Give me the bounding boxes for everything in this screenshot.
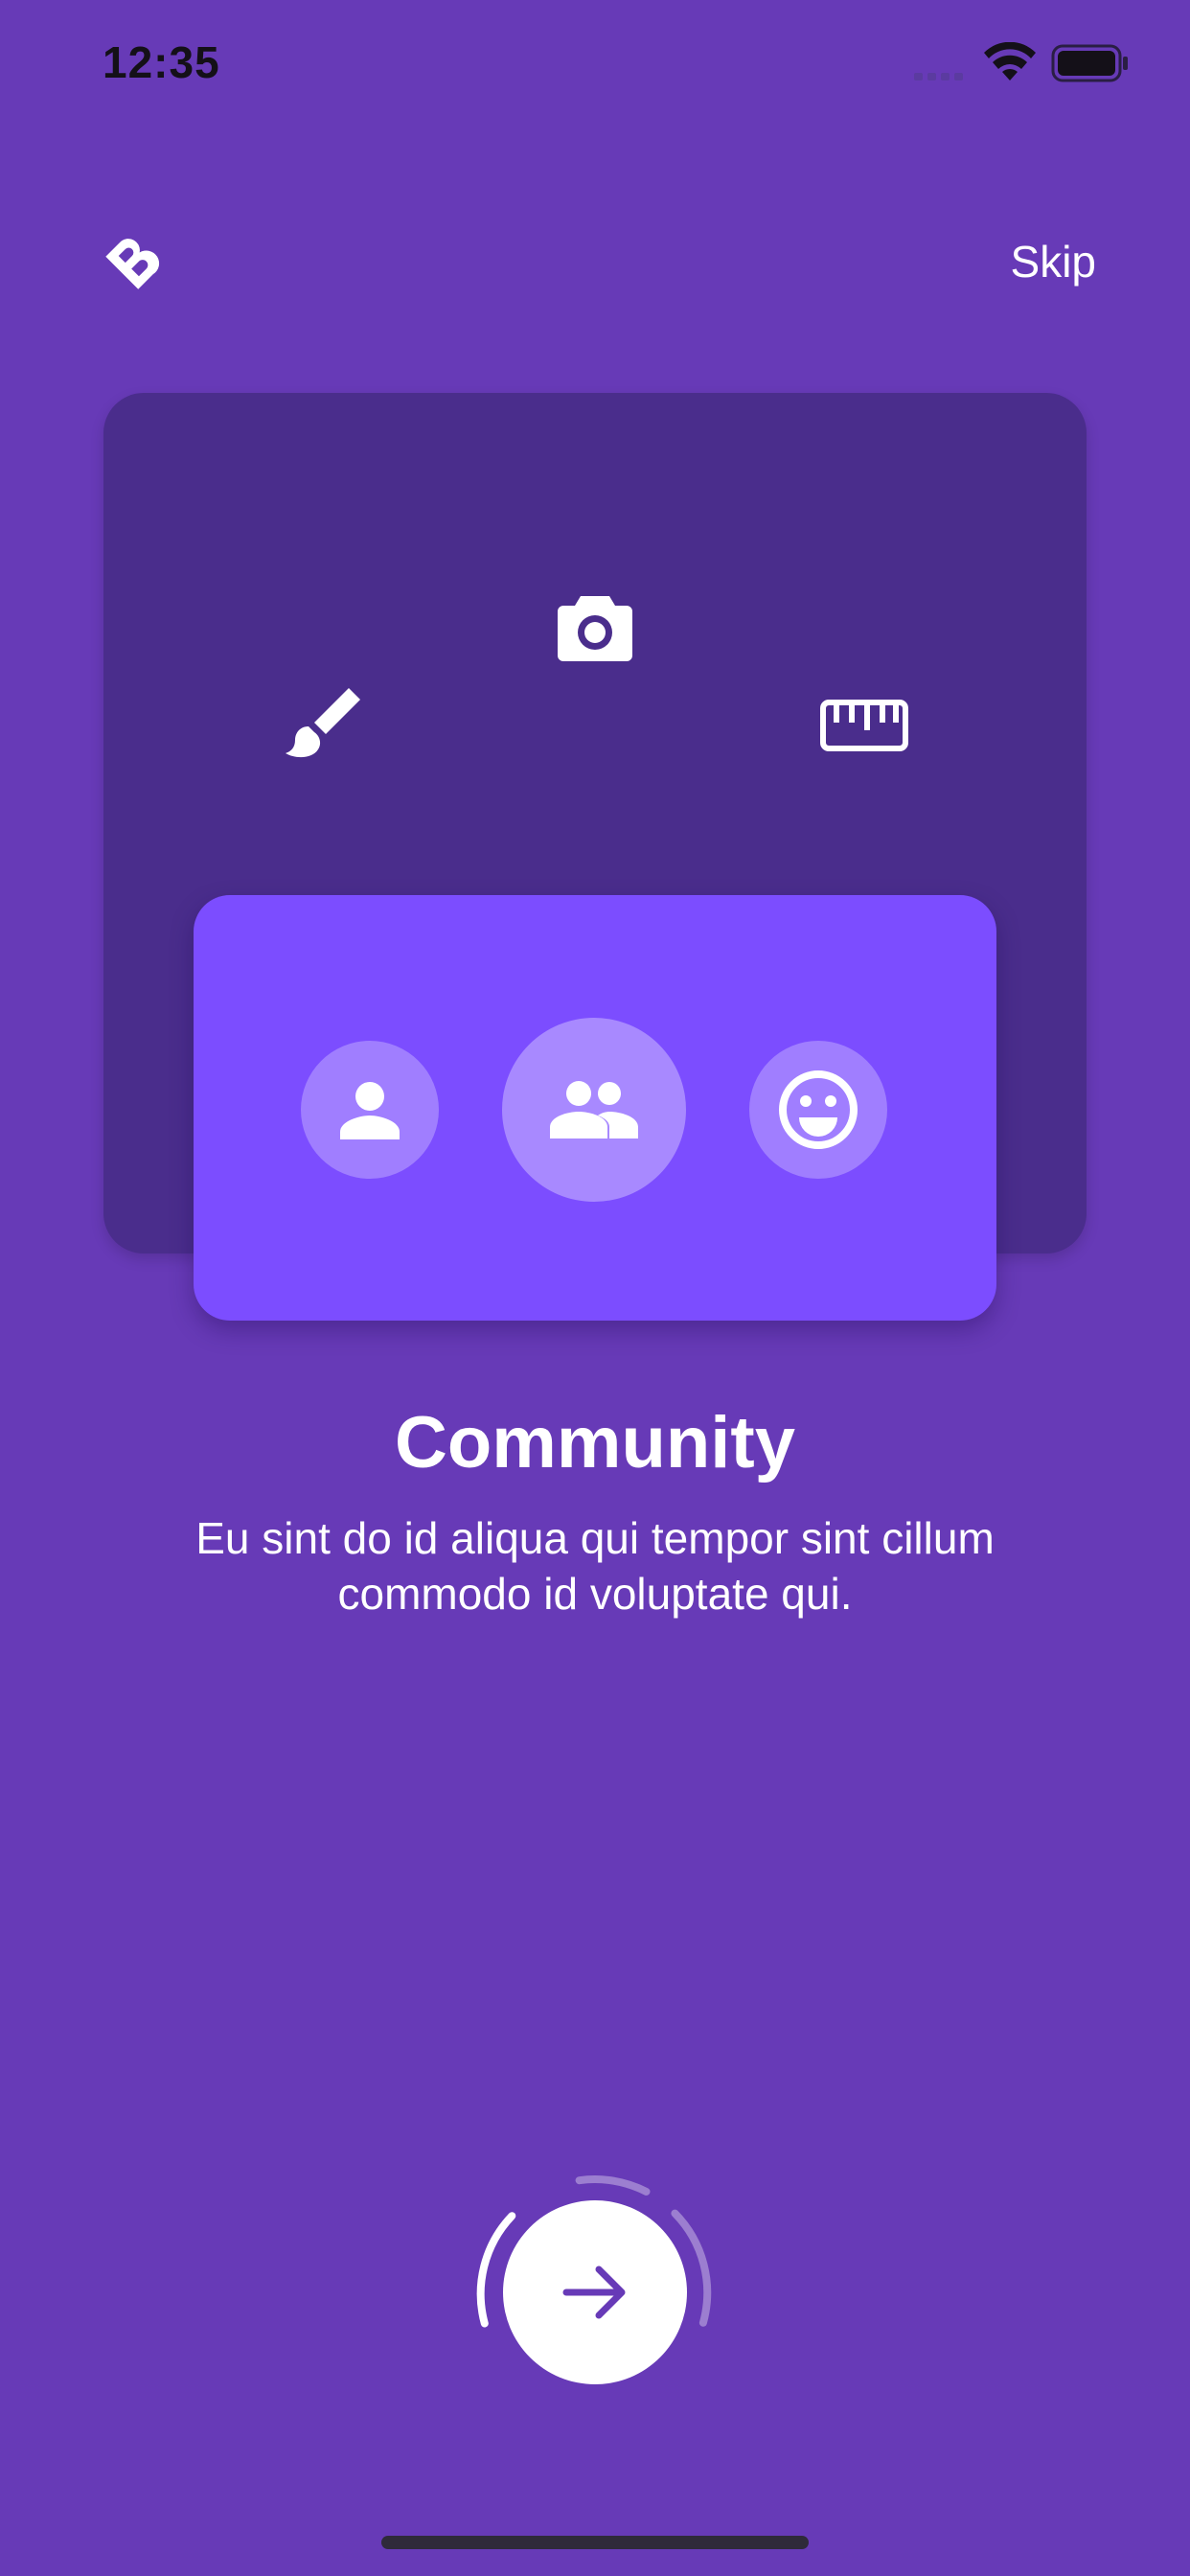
smile-avatar-circle bbox=[749, 1041, 887, 1179]
wifi-icon bbox=[984, 42, 1036, 80]
status-bar: 12:35 bbox=[0, 0, 1190, 134]
status-time: 12:35 bbox=[103, 37, 220, 87]
slide-description: Eu sint do id aliqua qui tempor sint cil… bbox=[195, 1513, 995, 1619]
cellular-signal-icon bbox=[914, 73, 963, 80]
home-indicator[interactable] bbox=[381, 2536, 809, 2549]
slide-title: Community bbox=[395, 1402, 795, 1484]
next-control bbox=[474, 2172, 716, 2413]
group-avatar-circle bbox=[502, 1018, 686, 1202]
smile-icon bbox=[779, 1070, 858, 1149]
person-avatar-circle bbox=[301, 1041, 439, 1179]
arrow-right-icon bbox=[562, 2266, 626, 2319]
next-button[interactable] bbox=[503, 2200, 687, 2384]
ruler-icon bbox=[820, 700, 908, 751]
skip-button[interactable]: Skip bbox=[1011, 236, 1096, 288]
illustration-front-card bbox=[194, 895, 996, 1321]
group-icon bbox=[550, 1081, 638, 1138]
person-icon bbox=[340, 1082, 400, 1139]
battery-icon bbox=[1051, 44, 1128, 82]
app-logo-icon bbox=[105, 239, 159, 289]
camera-icon bbox=[558, 596, 632, 661]
brush-icon bbox=[286, 688, 360, 758]
